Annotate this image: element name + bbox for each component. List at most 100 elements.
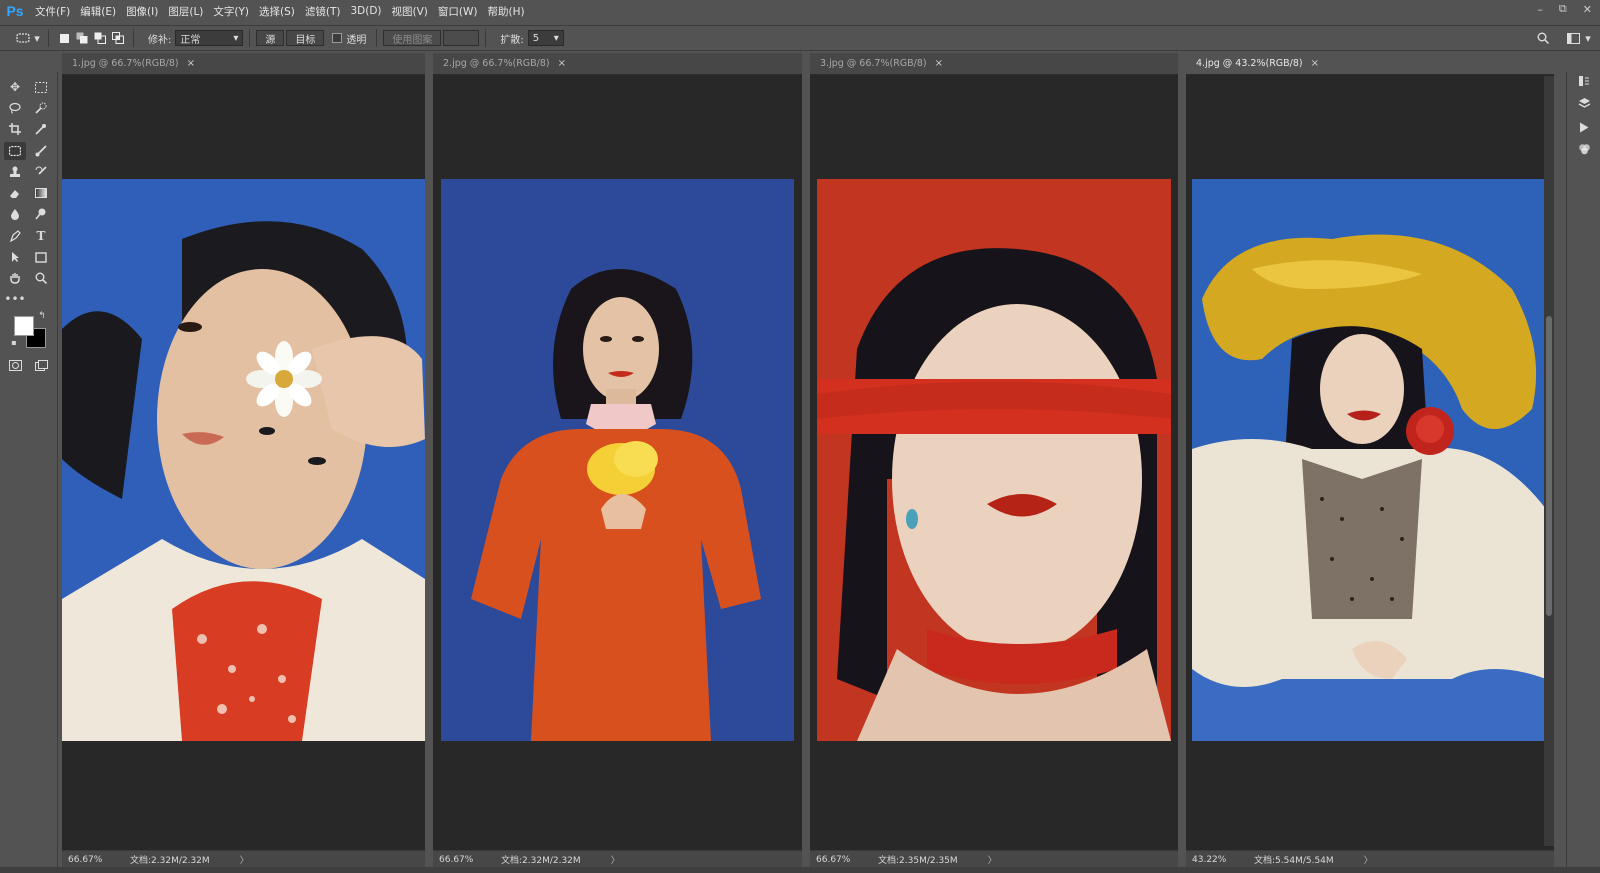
properties-icon[interactable] [1575,72,1593,90]
document-tab-1[interactable]: 1.jpg @ 66.7%(RGB/8) × [62,53,425,75]
default-colors-icon[interactable]: ▪ [8,336,20,348]
diffusion-select[interactable]: 5 ▾ [527,30,564,46]
menu-type[interactable]: 文字(Y) [208,0,254,22]
document-size: 文档:2.32M/2.32M [501,856,581,866]
status-bar: 43.22% 文档:5.54M/5.54M 〉 [1186,850,1554,868]
document-window-4[interactable]: 4.jpg @ 43.2%(RGB/8) × 43.22% 文档:5.54M/5… [1186,53,1554,868]
document-size: 文档:5.54M/5.54M [1254,856,1334,866]
new-selection-icon[interactable] [55,29,73,47]
bottom-edge [0,867,1600,873]
clone-stamp-tool-icon[interactable] [4,163,26,181]
canvas-area[interactable] [810,75,1178,850]
options-bar: ▾ 修补: 正常 ▾ 源 目标 透明 使用图案 扩散: 5 ▾ ▾ [0,25,1600,51]
rectangle-tool-icon[interactable] [30,248,52,266]
pen-tool-icon[interactable] [4,227,26,245]
zoom-level[interactable]: 43.22% [1186,855,1246,865]
eraser-tool-icon[interactable] [4,184,26,202]
swap-colors-icon[interactable]: ↰ [36,310,48,322]
quick-mask-icon[interactable] [4,356,26,374]
canvas-area[interactable] [433,75,802,850]
status-menu-arrow[interactable]: 〉 [611,853,620,866]
subtract-selection-icon[interactable] [91,29,109,47]
close-button[interactable]: ✕ [1583,3,1592,16]
patch-tool-icon[interactable] [4,142,26,160]
document-tab-2[interactable]: 2.jpg @ 66.7%(RGB/8) × [433,53,802,75]
menu-edit[interactable]: 编辑(E) [75,0,121,22]
type-tool-icon[interactable]: T [30,227,52,245]
gradient-tool-icon[interactable] [30,184,52,202]
patch-mode-value: 正常 [180,34,201,46]
pattern-picker[interactable] [443,30,480,46]
patch-label: 修补: [148,34,172,46]
document-tab-4-active[interactable]: 4.jpg @ 43.2%(RGB/8) × [1186,53,1554,75]
blur-tool-icon[interactable] [4,205,26,223]
restore-button[interactable]: ⧉ [1559,2,1567,16]
document-window-2[interactable]: 2.jpg @ 66.7%(RGB/8) × 66.67% 文档:2.32M/2… [433,53,802,868]
photo-1-portrait-with-flower [62,179,425,741]
search-icon[interactable] [1534,29,1552,47]
lasso-tool-icon[interactable] [4,99,26,117]
workspace-icon[interactable] [1564,29,1582,47]
marquee-tool-icon[interactable] [30,78,52,96]
menu-help[interactable]: 帮助(H) [483,0,530,22]
canvas-area[interactable] [62,75,425,850]
status-bar: 66.67% 文档:2.32M/2.32M 〉 [433,850,802,868]
chevron-down-icon[interactable]: ▾ [1582,29,1594,47]
canvas-area[interactable] [1186,75,1554,850]
document-size: 文档:2.35M/2.35M [878,856,958,866]
use-pattern-button[interactable]: 使用图案 [383,30,442,46]
status-menu-arrow[interactable]: 〉 [988,853,997,866]
eyedropper-tool-icon[interactable] [30,120,52,138]
history-brush-tool-icon[interactable] [30,163,52,181]
document-tab-title: 4.jpg @ 43.2%(RGB/8) [1196,58,1303,69]
menu-filter[interactable]: 滤镜(T) [300,0,346,22]
close-tab-icon[interactable]: × [935,58,943,69]
source-button[interactable]: 源 [256,30,285,46]
document-window-1[interactable]: 1.jpg @ 66.7%(RGB/8) × 66.67% 文档:2.32M/2… [62,53,425,868]
target-button[interactable]: 目标 [286,30,325,46]
close-tab-icon[interactable]: × [1311,58,1319,69]
menu-image[interactable]: 图像(I) [121,0,163,22]
channels-icon[interactable] [1575,140,1593,158]
photo-3-portrait-red-ribbon [817,179,1171,741]
brush-tool-icon[interactable] [30,142,52,160]
menu-window[interactable]: 窗口(W) [433,0,483,22]
transparent-checkbox[interactable] [332,33,343,43]
close-tab-icon[interactable]: × [187,58,195,69]
zoom-level[interactable]: 66.67% [62,855,122,865]
zoom-level[interactable]: 66.67% [810,855,870,865]
window-controls: – ⧉ ✕ [1537,0,1592,18]
add-selection-icon[interactable] [73,29,91,47]
foreground-color-swatch-top[interactable] [14,316,34,336]
screen-mode-icon[interactable] [30,356,52,374]
move-tool-icon[interactable]: ✥ [4,78,26,96]
menu-3d[interactable]: 3D(D) [345,0,386,22]
quick-selection-tool-icon[interactable] [30,99,52,117]
close-tab-icon[interactable]: × [558,58,566,69]
layers-icon[interactable] [1575,94,1593,112]
menu-file[interactable]: 文件(F) [30,0,75,22]
patch-mode-select[interactable]: 正常 ▾ [175,30,244,46]
patch-tool-preset-icon[interactable] [14,29,32,47]
minimize-button[interactable]: – [1537,3,1543,16]
more-tools-icon[interactable]: ••• [4,290,26,308]
document-window-3[interactable]: 3.jpg @ 66.7%(RGB/8) × 66.67% 文档:2.35M/2… [810,53,1178,868]
crop-tool-icon[interactable] [4,120,26,138]
vertical-scrollbar[interactable] [1544,76,1554,846]
chevron-down-icon: ▾ [553,32,559,44]
zoom-tool-icon[interactable] [30,269,52,287]
intersect-selection-icon[interactable] [109,29,127,47]
menu-select[interactable]: 选择(S) [254,0,300,22]
menu-layer[interactable]: 图层(L) [163,0,208,22]
dodge-tool-icon[interactable] [30,205,52,223]
path-selection-tool-icon[interactable] [4,248,26,266]
play-actions-icon[interactable] [1575,118,1593,136]
status-menu-arrow[interactable]: 〉 [240,853,249,866]
menu-view[interactable]: 视图(V) [387,0,433,22]
scrollbar-thumb[interactable] [1546,316,1552,616]
zoom-level[interactable]: 66.67% [433,855,493,865]
status-menu-arrow[interactable]: 〉 [1364,853,1373,866]
chevron-down-icon[interactable]: ▾ [32,29,42,47]
document-tab-3[interactable]: 3.jpg @ 66.7%(RGB/8) × [810,53,1178,75]
hand-tool-icon[interactable] [4,269,26,287]
